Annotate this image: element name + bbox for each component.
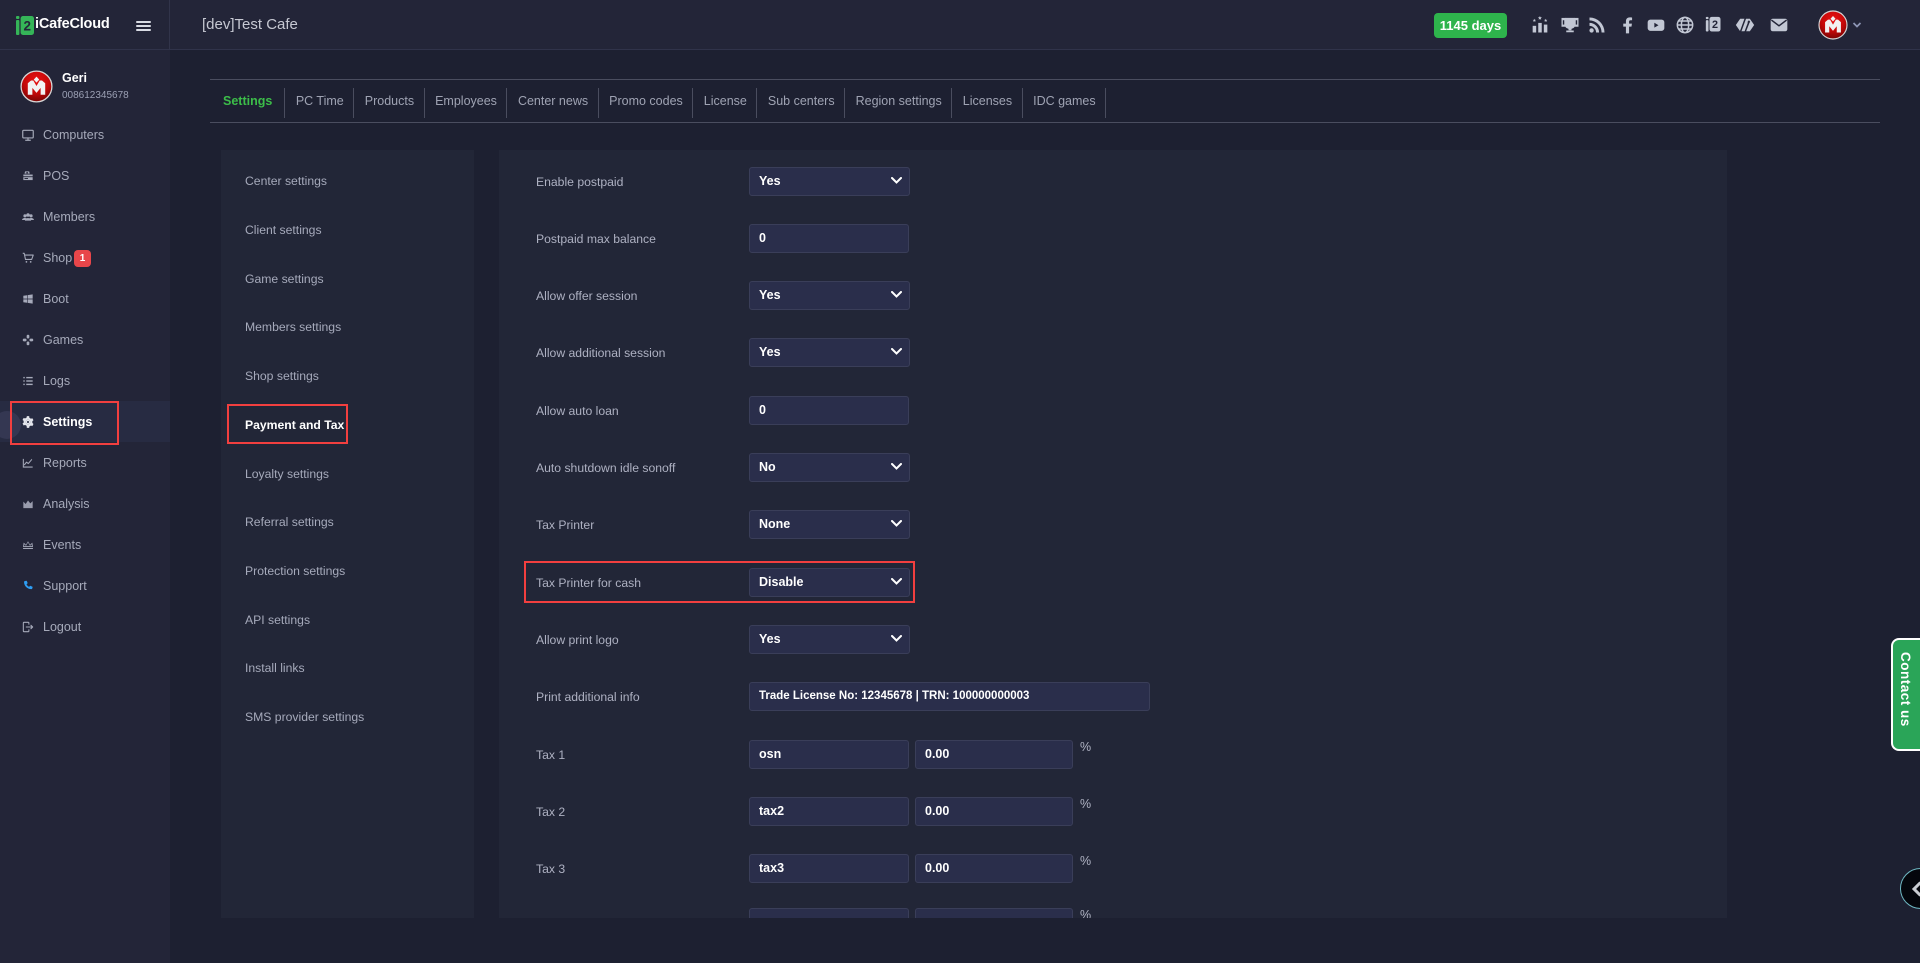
svg-text:2: 2 xyxy=(1712,19,1718,31)
svg-text:2: 2 xyxy=(24,19,32,34)
